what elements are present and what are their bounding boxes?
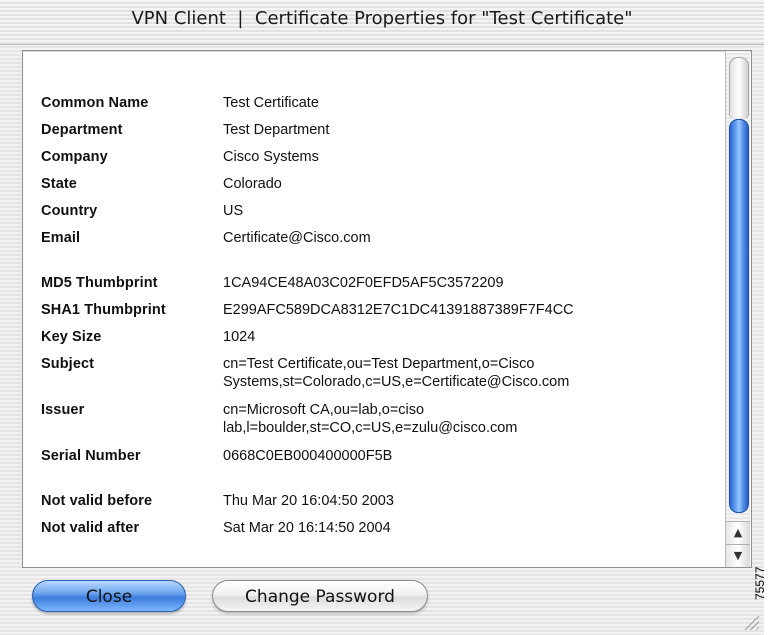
field-label: Subject bbox=[41, 356, 95, 372]
close-button[interactable]: Close bbox=[32, 580, 186, 612]
field-label: Not valid after bbox=[41, 520, 140, 536]
field-label: State bbox=[41, 176, 77, 192]
change-password-button[interactable]: Change Password bbox=[212, 580, 428, 612]
field-label: Country bbox=[41, 203, 98, 219]
field-value: Test Certificate bbox=[223, 95, 319, 111]
triangle-down-icon: ▼ bbox=[733, 549, 743, 562]
field-value: Sat Mar 20 16:14:50 2004 bbox=[223, 520, 391, 536]
title-bar[interactable]: VPN Client | Certificate Properties for … bbox=[0, 0, 764, 45]
field-value: Certificate@Cisco.com bbox=[223, 230, 371, 246]
figure-number: 75577 bbox=[753, 566, 767, 600]
field-value: 1CA94CE48A03C02F0EFD5AF5C3572209 bbox=[223, 275, 504, 291]
certificate-properties-window: VPN Client | Certificate Properties for … bbox=[0, 0, 764, 635]
field-value: 0668C0EB000400000F5B bbox=[223, 448, 393, 464]
field-label: MD5 Thumbprint bbox=[41, 275, 158, 291]
resize-grip-icon[interactable] bbox=[741, 612, 759, 630]
scroll-up-button[interactable]: ▲ bbox=[726, 521, 750, 544]
field-value: cn=Test Certificate,ou=Test Department,o… bbox=[223, 356, 570, 390]
field-value: Thu Mar 20 16:04:50 2003 bbox=[223, 493, 394, 509]
scroll-track-top bbox=[729, 57, 749, 118]
field-label: Issuer bbox=[41, 402, 85, 418]
field-value: 1024 bbox=[223, 329, 256, 345]
field-label: SHA1 Thumbprint bbox=[41, 302, 166, 318]
field-value: Test Department bbox=[223, 122, 330, 138]
field-label: Key Size bbox=[41, 329, 102, 345]
field-value: Colorado bbox=[223, 176, 282, 192]
window-title: VPN Client | Certificate Properties for … bbox=[131, 8, 633, 29]
field-value: E299AFC589DCA8312E7C1DC41391887389F7F4CC bbox=[223, 302, 574, 318]
field-value: Cisco Systems bbox=[223, 149, 319, 165]
field-label: Company bbox=[41, 149, 108, 165]
field-label: Common Name bbox=[41, 95, 149, 111]
triangle-up-icon: ▲ bbox=[733, 526, 743, 539]
vertical-scrollbar[interactable]: ▲ ▼ bbox=[725, 51, 750, 567]
certificate-details-panel[interactable]: Common Name Test Certificate Department … bbox=[22, 50, 752, 568]
field-value: cn=Microsoft CA,ou=lab,o=ciso lab,l=boul… bbox=[223, 402, 518, 436]
field-label: Email bbox=[41, 230, 81, 246]
field-label: Not valid before bbox=[41, 493, 153, 509]
scroll-down-button[interactable]: ▼ bbox=[726, 544, 750, 567]
field-value: US bbox=[223, 203, 244, 219]
field-label: Serial Number bbox=[41, 448, 141, 464]
field-label: Department bbox=[41, 122, 123, 138]
scrollbar-thumb[interactable] bbox=[729, 119, 749, 513]
